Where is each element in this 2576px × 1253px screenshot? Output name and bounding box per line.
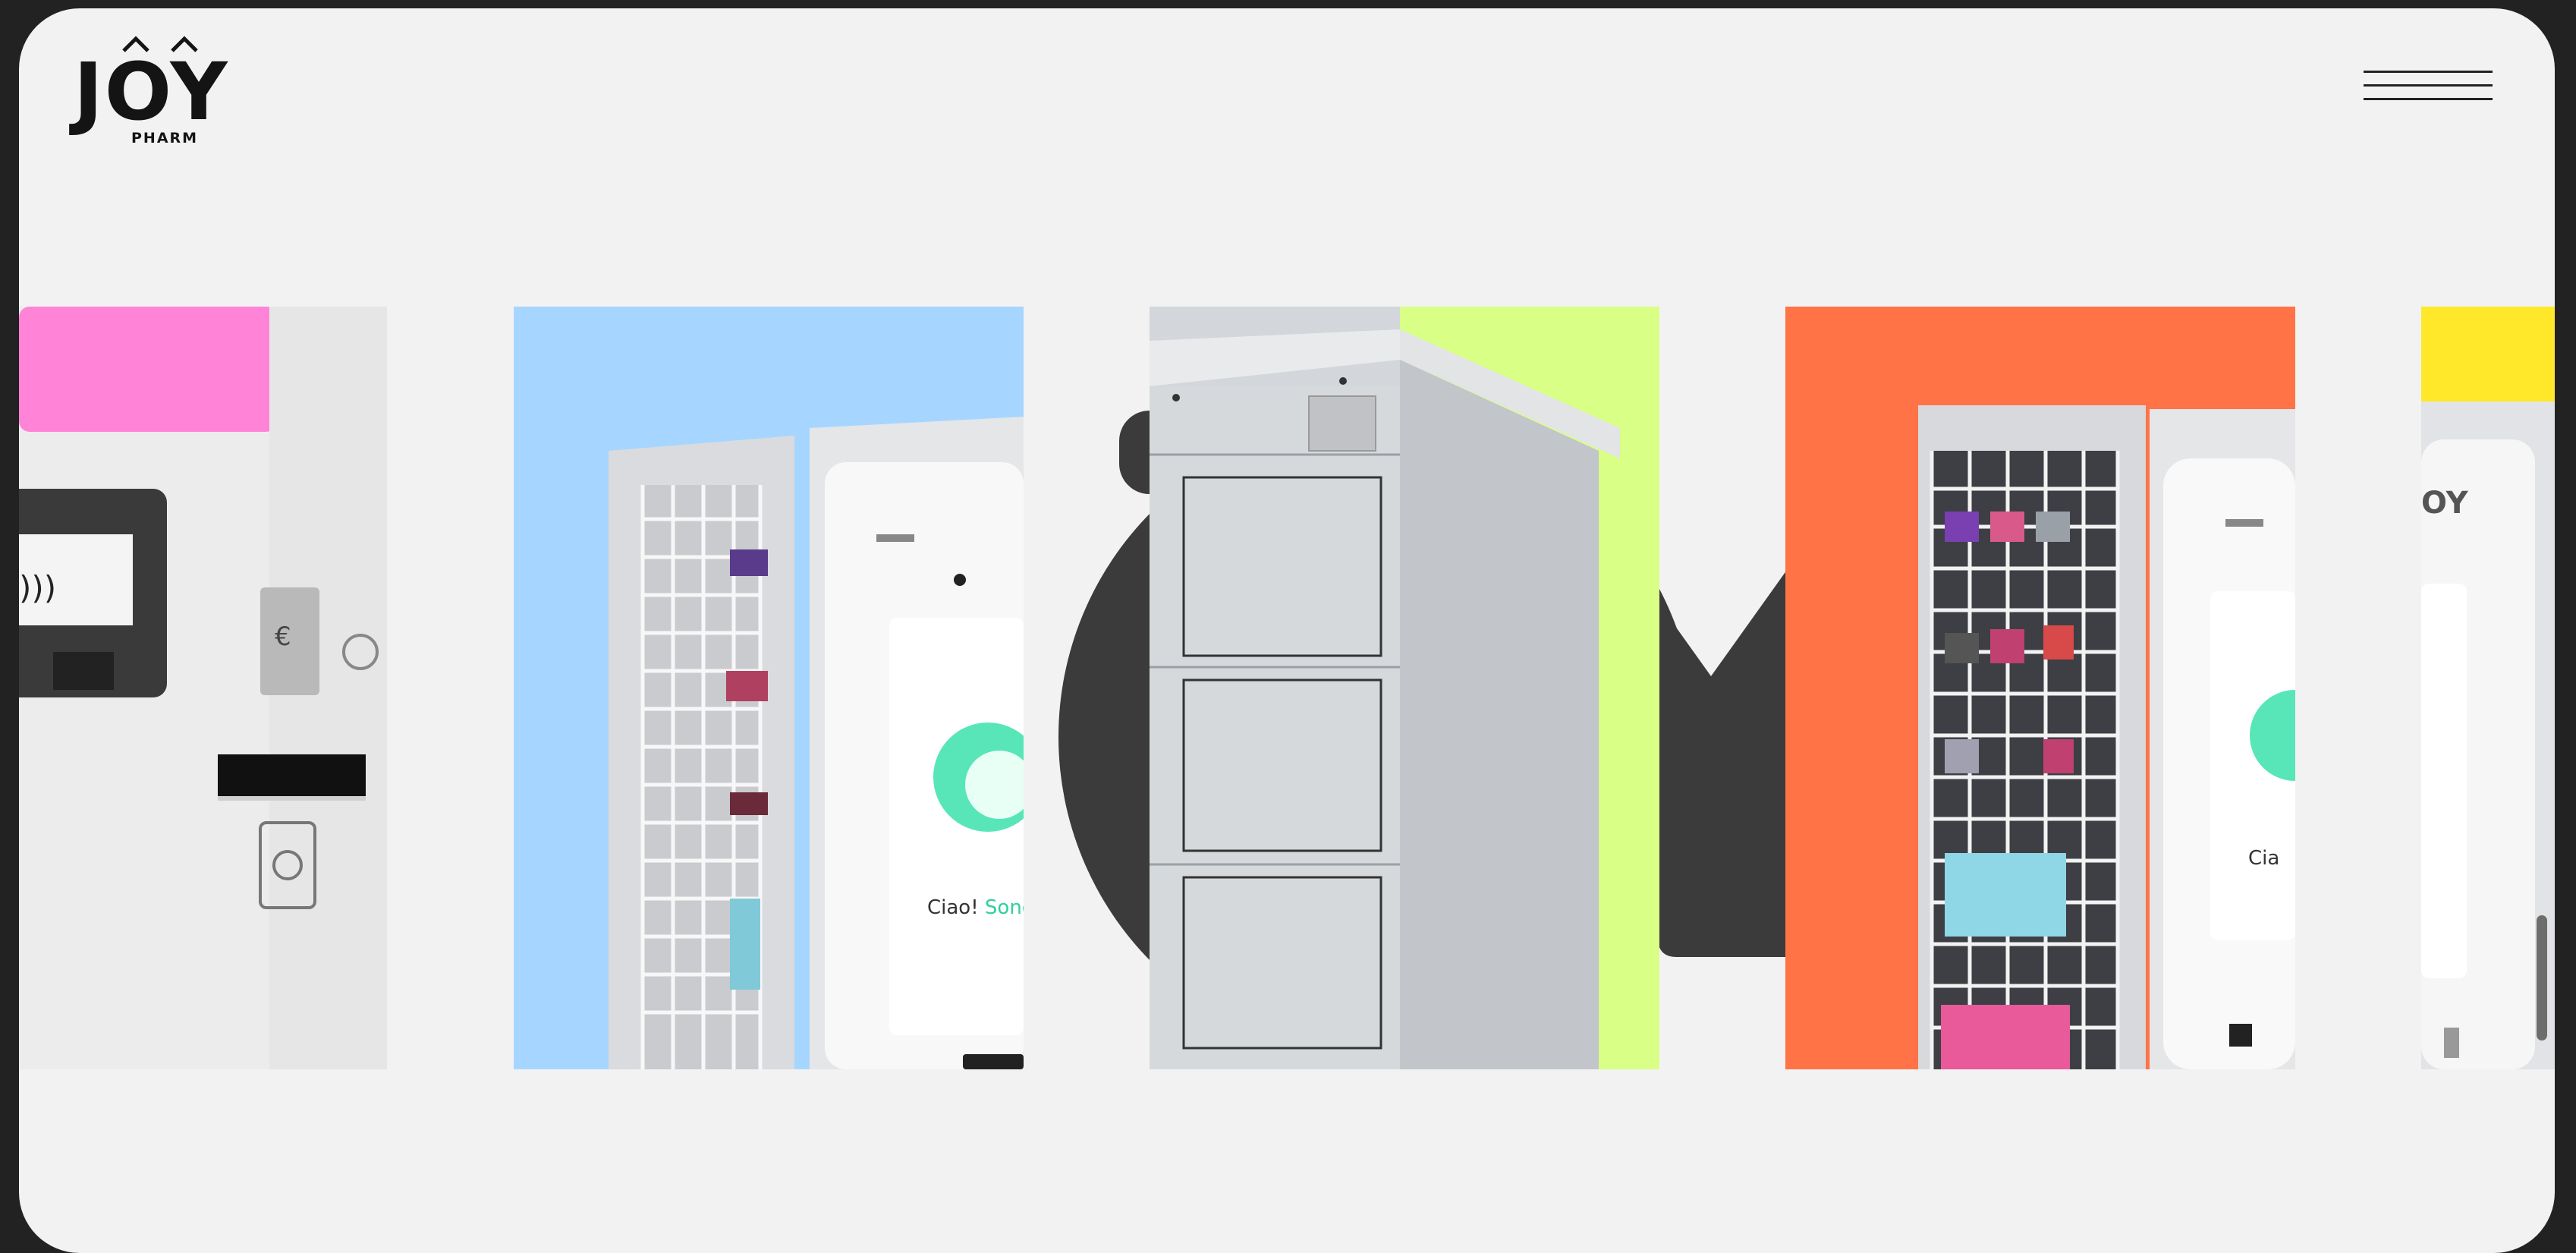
svg-text:))): ))) (19, 569, 56, 606)
screen-greeting: Ciao! (927, 896, 979, 919)
page-scrollbar-thumb[interactable] (2537, 915, 2547, 1040)
locker-image (1150, 307, 1659, 1069)
brand-tagline: PHARM (131, 130, 199, 146)
screen-greeting-accent: Sono J (985, 896, 1024, 919)
page-frame: JOY PHARM ))) € Ciao! Son Cia OY (19, 8, 2555, 1253)
screen-greeting: Cia (2248, 847, 2279, 870)
svg-text:Ciao! Sono J: Ciao! Sono J (927, 896, 1024, 919)
payment-detail-image: ))) € (19, 307, 387, 1069)
hamburger-menu-icon[interactable] (2364, 71, 2493, 113)
brand-name: JOY (74, 46, 229, 138)
product-panel-blue[interactable]: Ciao! Sono J (514, 307, 1024, 1069)
brand-logo[interactable]: JOY PHARM (74, 36, 256, 150)
vending-machine-edge-image: OY (2421, 307, 2555, 1069)
product-panel-orange[interactable]: Cia (1785, 307, 2295, 1069)
svg-text:€: € (275, 622, 291, 652)
vending-machine-full-image: Cia (1785, 307, 2295, 1069)
product-panel-lime[interactable] (1150, 307, 1659, 1069)
vending-machine-image: Ciao! Sono J (514, 307, 1024, 1069)
product-panel-yellow[interactable]: OY (2421, 307, 2555, 1069)
product-panel-pink[interactable]: ))) € (19, 307, 387, 1069)
screen-logo-text: OY (2421, 486, 2469, 521)
